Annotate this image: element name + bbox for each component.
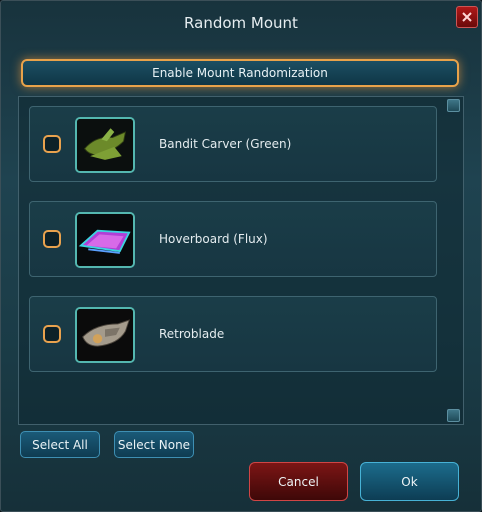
select-all-button[interactable]: Select All [20,431,100,458]
mount-name: Bandit Carver (Green) [159,137,292,151]
retroblade-icon [75,307,135,363]
list-item[interactable]: Retroblade [29,296,437,372]
cancel-button[interactable]: Cancel [249,462,348,501]
title-bar: Random Mount [1,1,481,45]
scroll-down-button[interactable] [447,409,460,422]
close-button[interactable] [456,6,478,28]
random-mount-window: Random Mount Enable Mount Randomization … [0,0,482,512]
select-none-button[interactable]: Select None [114,431,194,458]
hoverboard-icon [75,212,135,268]
mount-checkbox[interactable] [43,230,61,248]
mount-checkbox[interactable] [43,135,61,153]
window-title: Random Mount [184,14,298,32]
close-icon [462,12,472,22]
scroll-up-button[interactable] [447,99,460,112]
list-scrollbar[interactable] [447,99,461,422]
list-item[interactable]: Hoverboard (Flux) [29,201,437,277]
ok-button[interactable]: Ok [360,462,459,501]
list-item[interactable]: Bandit Carver (Green) [29,106,437,182]
mount-name: Hoverboard (Flux) [159,232,268,246]
enable-mount-randomization-button[interactable]: Enable Mount Randomization [21,59,459,87]
mount-checkbox[interactable] [43,325,61,343]
bandit-carver-icon [75,117,135,173]
mount-name: Retroblade [159,327,225,341]
mount-list: Bandit Carver (Green) Hoverboard (Flux) [18,96,464,425]
